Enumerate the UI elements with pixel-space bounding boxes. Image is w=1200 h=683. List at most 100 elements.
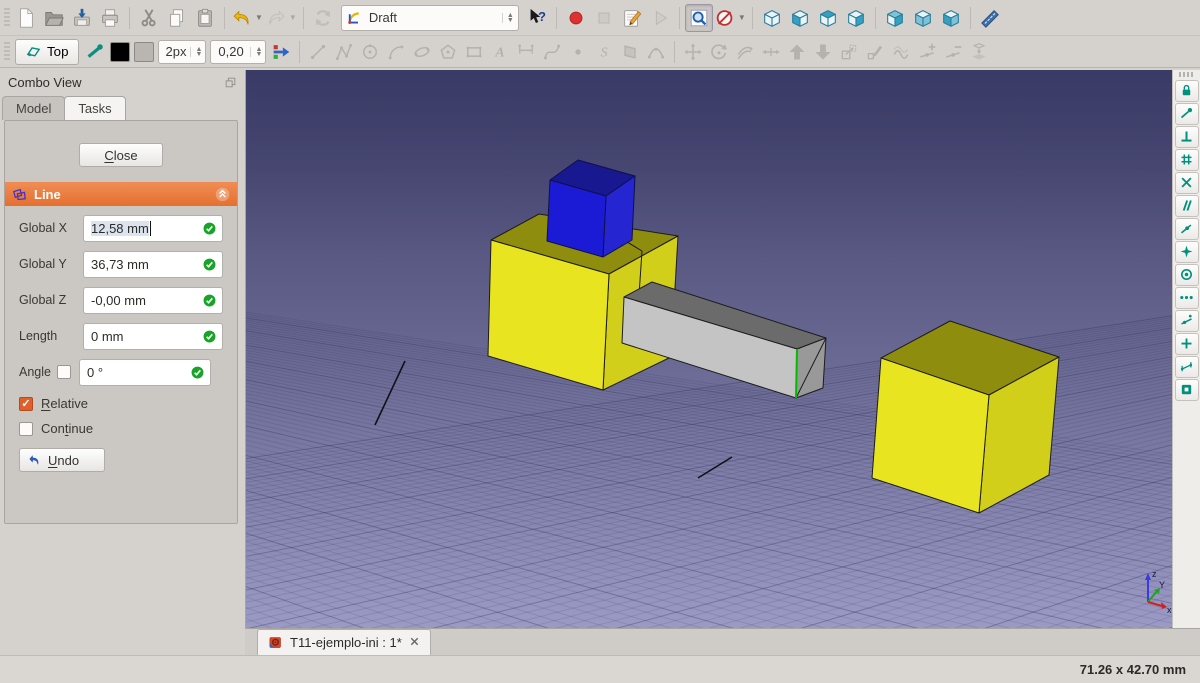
fit-all-button[interactable] xyxy=(685,4,713,32)
global-z-input[interactable]: -0,00 mm xyxy=(83,287,223,314)
snap-parallel-button[interactable] xyxy=(1175,195,1199,217)
line-task-header[interactable]: Line xyxy=(5,182,237,206)
draft-circle-button[interactable] xyxy=(357,39,383,65)
draft-bspline-button[interactable] xyxy=(539,39,565,65)
open-document-button[interactable] xyxy=(40,4,68,32)
continue-checkbox[interactable] xyxy=(19,422,33,436)
snap-ortho-button[interactable] xyxy=(1175,287,1199,309)
save-button[interactable] xyxy=(68,4,96,32)
draft-shape-2d-view-button[interactable] xyxy=(966,39,992,65)
draft-add-point-button[interactable] xyxy=(914,39,940,65)
float-panel-icon[interactable] xyxy=(224,76,237,89)
draft-rectangle-button[interactable] xyxy=(461,39,487,65)
draft-point-button[interactable] xyxy=(565,39,591,65)
spinner-arrows[interactable]: ▲▼ xyxy=(250,47,262,57)
autogroup-button[interactable] xyxy=(268,39,294,65)
draft-ellipse-button[interactable] xyxy=(409,39,435,65)
snap-perpendicular-button[interactable] xyxy=(1175,126,1199,148)
draft-dimension-button[interactable] xyxy=(513,39,539,65)
toolbar-drag-handle[interactable] xyxy=(4,8,10,28)
undo-button[interactable]: Undo xyxy=(19,448,105,472)
view-rear-button[interactable] xyxy=(881,4,909,32)
toolbar-drag-handle[interactable] xyxy=(4,42,10,62)
view-isometric-button[interactable] xyxy=(758,4,786,32)
combo-arrows[interactable]: ▲▼ xyxy=(502,13,514,23)
draft-facebinder-button[interactable] xyxy=(617,39,643,65)
snap-lock-button[interactable] xyxy=(1175,80,1199,102)
tab-tasks[interactable]: Tasks xyxy=(64,96,125,120)
face-color-swatch[interactable] xyxy=(134,42,154,62)
whats-this-button[interactable] xyxy=(523,4,551,32)
continue-label[interactable]: Continue xyxy=(41,421,93,436)
workbench-selector[interactable]: Draft▲▼ xyxy=(341,5,519,31)
draft-line-button[interactable] xyxy=(305,39,331,65)
snap-dimensions-button[interactable] xyxy=(1175,356,1199,378)
snap-working-plane-button[interactable] xyxy=(1175,379,1199,401)
dropdown-arrow-icon[interactable]: ▼ xyxy=(255,13,263,22)
document-tab[interactable]: T11-ejemplo-ini : 1* xyxy=(257,629,431,655)
paste-button[interactable] xyxy=(191,4,219,32)
draft-arc-button[interactable] xyxy=(383,39,409,65)
macro-edit-button[interactable] xyxy=(618,4,646,32)
snap-center-button[interactable] xyxy=(1175,264,1199,286)
close-tab-button[interactable] xyxy=(409,635,420,650)
macro-record-button[interactable] xyxy=(562,4,590,32)
undo-button[interactable]: ▼ xyxy=(230,4,264,32)
global-x-input[interactable]: 12,58 mm xyxy=(83,215,223,242)
line-width-spinner[interactable]: 2px ▲▼ xyxy=(158,40,207,64)
draft-delete-point-button[interactable] xyxy=(940,39,966,65)
snap-angle-button[interactable] xyxy=(1175,241,1199,263)
snap-intersection-button[interactable] xyxy=(1175,172,1199,194)
spinner-arrows[interactable]: ▲▼ xyxy=(190,47,202,57)
snap-near-button[interactable] xyxy=(1175,218,1199,240)
view-front-button[interactable] xyxy=(786,4,814,32)
macro-run-button[interactable] xyxy=(646,4,674,32)
draft-offset-button[interactable] xyxy=(732,39,758,65)
3d-viewport[interactable]: z Y x xyxy=(245,70,1172,628)
draft-trimex-button[interactable] xyxy=(758,39,784,65)
blue-cube[interactable] xyxy=(547,160,635,257)
redo-button[interactable]: ▼ xyxy=(264,4,298,32)
draft-upgrade-button[interactable] xyxy=(784,39,810,65)
relative-label[interactable]: Relative xyxy=(41,396,88,411)
draft-text-button[interactable] xyxy=(487,39,513,65)
view-left-button[interactable] xyxy=(937,4,965,32)
draft-bezier-button[interactable] xyxy=(643,39,669,65)
snap-endpoint-button[interactable] xyxy=(1175,103,1199,125)
scale-spinner[interactable]: 0,20 ▲▼ xyxy=(210,40,266,64)
view-top-button[interactable] xyxy=(814,4,842,32)
dropdown-arrow-icon[interactable]: ▼ xyxy=(738,13,746,22)
collapse-icon[interactable] xyxy=(214,186,231,203)
length-input[interactable]: 0 mm xyxy=(83,323,223,350)
new-document-button[interactable] xyxy=(12,4,40,32)
relative-checkbox[interactable]: ✓ xyxy=(19,397,33,411)
dropdown-arrow-icon[interactable]: ▼ xyxy=(289,13,297,22)
draft-rotate-button[interactable] xyxy=(706,39,732,65)
print-button[interactable] xyxy=(96,4,124,32)
view-right-button[interactable] xyxy=(842,4,870,32)
draft-wire-to-bspline-button[interactable] xyxy=(888,39,914,65)
tab-model[interactable]: Model xyxy=(2,96,65,120)
copy-button[interactable] xyxy=(163,4,191,32)
snap-special-button[interactable] xyxy=(1175,310,1199,332)
snap-grid-button[interactable] xyxy=(1175,149,1199,171)
angle-input[interactable]: 0 ° xyxy=(79,359,211,386)
measure-distance-button[interactable] xyxy=(976,4,1004,32)
yellow-cube-right[interactable] xyxy=(872,321,1059,513)
angle-lock-checkbox[interactable] xyxy=(57,365,71,379)
draw-style-button[interactable]: ▼ xyxy=(713,4,747,32)
draft-shapestring-button[interactable] xyxy=(591,39,617,65)
toggle-snap-button[interactable] xyxy=(82,39,108,65)
view-bottom-button[interactable] xyxy=(909,4,937,32)
draft-polyline-button[interactable] xyxy=(331,39,357,65)
toolbar-drag-handle[interactable] xyxy=(1179,72,1195,77)
snap-midpoint-button[interactable] xyxy=(1175,333,1199,355)
draft-downgrade-button[interactable] xyxy=(810,39,836,65)
macro-stop-button[interactable] xyxy=(590,4,618,32)
global-y-input[interactable]: 36,73 mm xyxy=(83,251,223,278)
line-color-swatch[interactable] xyxy=(110,42,130,62)
draft-scale-button[interactable] xyxy=(836,39,862,65)
draft-move-button[interactable] xyxy=(680,39,706,65)
draft-edit-button[interactable] xyxy=(862,39,888,65)
cut-button[interactable] xyxy=(135,4,163,32)
